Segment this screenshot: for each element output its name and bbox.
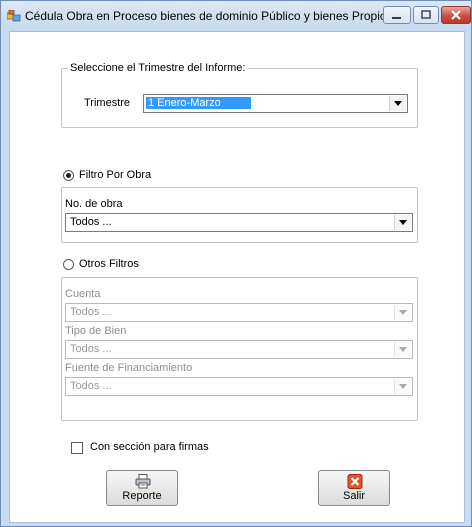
otros-filtros-label[interactable]: Otros Filtros [79,258,139,270]
chevron-down-icon[interactable] [394,305,411,320]
fuente-financiamiento-select-value: Todos ... [70,380,112,392]
app-window: Cédula Obra en Proceso bienes de dominio… [0,0,472,527]
fuente-financiamiento-label: Fuente de Financiamiento [65,362,193,374]
trimestre-groupbox: Seleccione el Trimestre del Informe: Tri… [61,62,418,128]
chevron-down-icon[interactable] [394,342,411,357]
chevron-down-icon[interactable] [394,379,411,394]
filtro-obra-radio[interactable] [63,170,74,181]
no-obra-select[interactable]: Todos ... [65,213,413,232]
window-title: Cédula Obra en Proceso bienes de dominio… [25,9,393,23]
tipo-bien-select-value: Todos ... [70,343,112,355]
salir-button-label: Salir [342,490,365,502]
otros-filtros-groupbox: Cuenta Todos ... Tipo de Bien Todos ... … [61,277,418,421]
trimestre-select[interactable]: 1 Enero-Marzo [143,94,408,113]
reporte-button-label: Reporte [122,490,162,502]
cuenta-select-value: Todos ... [70,306,112,318]
chevron-down-icon[interactable] [389,96,406,111]
firmas-checkbox[interactable] [71,442,83,454]
cuenta-select[interactable]: Todos ... [65,303,413,322]
trimestre-select-value: 1 Enero-Marzo [146,97,251,109]
tipo-bien-label: Tipo de Bien [65,325,127,337]
close-button[interactable] [441,6,471,24]
trimestre-label: Trimestre [84,97,131,109]
tipo-bien-select[interactable]: Todos ... [65,340,413,359]
reporte-button[interactable]: Reporte [106,470,178,506]
fuente-financiamiento-select[interactable]: Todos ... [65,377,413,396]
close-icon [451,10,461,20]
maximize-button[interactable] [413,6,439,24]
salir-button[interactable]: Salir [318,470,390,506]
firmas-label[interactable]: Con sección para firmas [90,441,209,453]
app-icon [6,9,21,22]
trimestre-group-legend: Seleccione el Trimestre del Informe: [68,62,248,74]
otros-filtros-radio[interactable] [63,259,74,270]
filtro-obra-label[interactable]: Filtro Por Obra [79,169,151,181]
minimize-icon [392,17,401,19]
no-obra-label: No. de obra [65,198,123,210]
title-bar[interactable]: Cédula Obra en Proceso bienes de dominio… [1,1,471,31]
cuenta-label: Cuenta [65,288,101,300]
form-body: Seleccione el Trimestre del Informe: Tri… [9,31,465,523]
no-obra-select-value: Todos ... [70,216,112,228]
chevron-down-icon[interactable] [394,215,411,230]
maximize-icon [421,10,431,19]
minimize-button[interactable] [383,6,411,24]
filtro-obra-groupbox: No. de obra Todos ... [61,187,418,243]
